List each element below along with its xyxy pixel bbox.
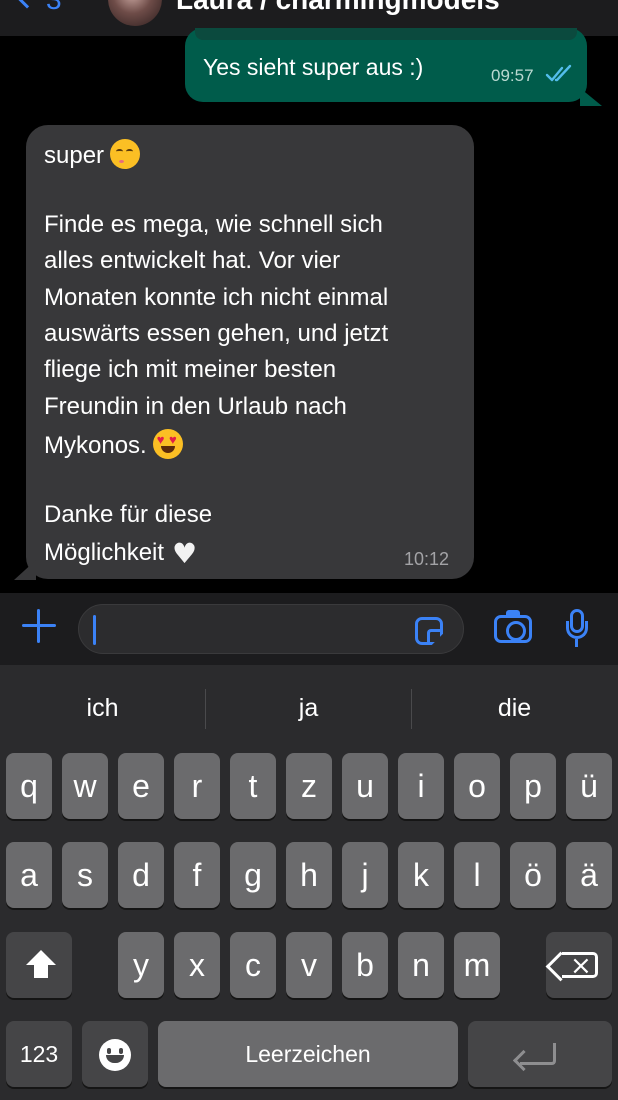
key[interactable]: a [6, 842, 52, 908]
key[interactable]: i [398, 753, 444, 819]
read-receipt-icon [545, 64, 572, 82]
space-key[interactable]: Leerzeichen [158, 1021, 458, 1087]
quoted-message[interactable] [195, 28, 577, 40]
message-line: super [44, 139, 141, 170]
key[interactable]: z [286, 753, 332, 819]
key[interactable]: b [342, 932, 388, 998]
back-chevron-icon[interactable] [11, 0, 43, 9]
key[interactable]: w [62, 753, 108, 819]
avatar[interactable] [108, 0, 162, 26]
key[interactable]: u [342, 753, 388, 819]
message-input[interactable] [78, 604, 464, 654]
bubble-tail [580, 88, 602, 106]
backspace-key[interactable] [546, 932, 612, 999]
message-line: Danke für diese [44, 501, 213, 528]
key[interactable]: v [286, 932, 332, 998]
outgoing-message[interactable]: Yes sieht super aus :) 09:57 [185, 28, 587, 102]
heart-eyes-emoji-icon [152, 429, 183, 459]
key[interactable]: ä [566, 842, 612, 908]
key[interactable]: f [174, 842, 220, 908]
message-line: Finde es mega, wie schnell sich [44, 211, 383, 238]
unread-count[interactable]: 3 [46, 0, 62, 16]
microphone-icon[interactable] [566, 609, 588, 649]
key[interactable]: e [118, 753, 164, 819]
key[interactable]: ö [510, 842, 556, 908]
key[interactable]: s [62, 842, 108, 908]
key[interactable]: y [118, 932, 164, 998]
message-text: Mykonos. [44, 432, 147, 459]
key[interactable]: h [286, 842, 332, 908]
backspace-icon [562, 933, 598, 999]
message-line: Monaten konnte ich nicht einmal [44, 284, 389, 311]
key[interactable]: n [398, 932, 444, 998]
key[interactable]: k [398, 842, 444, 908]
shift-key[interactable] [6, 932, 72, 998]
key[interactable]: m [454, 932, 500, 998]
message-text: Yes sieht super aus :) [203, 54, 424, 80]
numbers-key[interactable]: 123 [6, 1021, 72, 1087]
compose-bar [0, 593, 618, 665]
key[interactable]: l [454, 842, 500, 908]
key[interactable]: q [6, 753, 52, 819]
chat-messages[interactable]: Yes sieht super aus :) 09:57 super Finde… [0, 28, 618, 593]
message-line: fliege ich mit meiner besten [44, 356, 337, 383]
suggestion-item[interactable]: ich [0, 687, 205, 729]
key[interactable]: x [174, 932, 220, 998]
key[interactable]: r [174, 753, 220, 819]
text-cursor [93, 615, 96, 645]
message-line: Freundin in den Urlaub nach [44, 393, 347, 420]
key[interactable]: c [230, 932, 276, 998]
key[interactable]: t [230, 753, 276, 819]
plus-icon[interactable] [22, 609, 56, 643]
message-line: auswärts essen gehen, und jetzt [44, 320, 389, 347]
message-text: Möglichkeit [44, 539, 165, 566]
message-time: 10:12 [404, 549, 450, 569]
emoji-icon [99, 1039, 131, 1071]
emoji-key[interactable] [82, 1021, 148, 1087]
incoming-message[interactable]: super Finde es mega, wie schnell sich al… [26, 125, 474, 579]
key[interactable]: d [118, 842, 164, 908]
kissing-face-emoji-icon [110, 139, 141, 169]
key[interactable]: o [454, 753, 500, 819]
return-key[interactable] [468, 1021, 612, 1087]
white-heart-emoji-icon: ♥ [172, 537, 198, 570]
return-icon [520, 1043, 556, 1065]
key[interactable]: ü [566, 753, 612, 819]
suggestion-item[interactable]: ja [206, 687, 411, 729]
key[interactable]: j [342, 842, 388, 908]
suggestion-bar: ich ja die [0, 687, 618, 729]
bubble-tail [14, 560, 36, 580]
message-line: Möglichkeit ♥ [44, 537, 197, 570]
keyboard: ich ja die q w e r t z u i o p ü a s d f… [0, 665, 618, 1100]
shift-icon [26, 950, 56, 980]
key[interactable]: g [230, 842, 276, 908]
sticker-icon[interactable] [415, 617, 443, 645]
camera-icon[interactable] [494, 610, 532, 643]
message-time: 09:57 [491, 66, 534, 85]
suggestion-item[interactable]: die [412, 687, 617, 729]
contact-name[interactable]: Laura / charmingmodels [176, 0, 500, 16]
message-line: alles entwickelt hat. Vor vier [44, 247, 341, 274]
message-line: Mykonos. [44, 429, 183, 460]
key[interactable]: p [510, 753, 556, 819]
message-text: super [44, 142, 105, 169]
